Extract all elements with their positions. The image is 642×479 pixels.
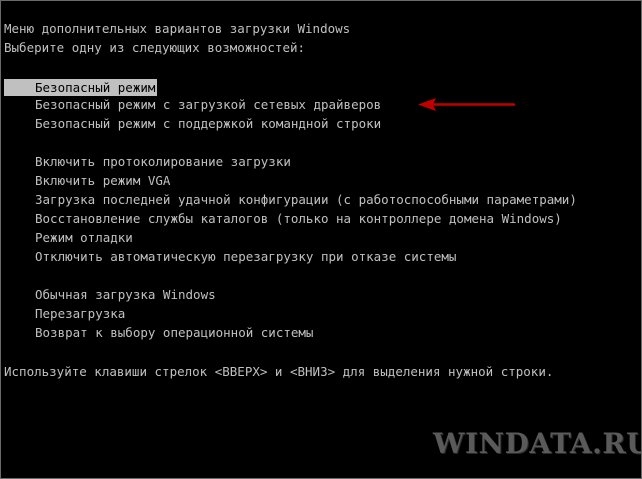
menu-item-last-known-good[interactable]: Загрузка последней удачной конфигурации … <box>35 191 577 208</box>
menu-item-safe-mode-networking[interactable]: Безопасный режим с загрузкой сетевых дра… <box>35 96 381 113</box>
menu-item-label: Безопасный режим с загрузкой сетевых дра… <box>35 97 382 112</box>
menu-item-label: Восстановление службы каталогов (только … <box>35 211 562 226</box>
menu-item-label: Обычная загрузка Windows <box>35 287 216 302</box>
menu-title: Меню дополнительных вариантов загрузки W… <box>4 21 351 36</box>
menu-item-normal-boot[interactable]: Обычная загрузка Windows <box>35 286 216 303</box>
menu-item-label: Включить режим VGA <box>35 173 171 188</box>
menu-item-disable-auto-restart[interactable]: Отключить автоматическую перезагрузку пр… <box>35 248 456 265</box>
watermark-logo: WINDATA.RU <box>433 427 642 460</box>
menu-item-safe-mode-command-prompt[interactable]: Безопасный режим с поддержкой командной … <box>35 115 381 132</box>
navigation-hint: Используйте клавиши стрелок <ВВЕРХ> и <В… <box>4 364 554 379</box>
menu-item-reboot[interactable]: Перезагрузка <box>35 305 125 322</box>
menu-item-label: Режим отладки <box>35 230 133 245</box>
menu-item-label: Перезагрузка <box>35 306 126 321</box>
menu-item-label: Возврат к выбору операционной системы <box>35 325 314 340</box>
menu-item-label: Загрузка последней удачной конфигурации … <box>35 192 577 207</box>
menu-item-safe-mode[interactable]: Безопасный режим <box>4 79 158 96</box>
menu-item-label: Безопасный режим с поддержкой командной … <box>35 116 382 131</box>
red-left-arrow-icon <box>418 98 516 111</box>
menu-prompt: Выберите одну из следующих возможностей: <box>4 40 306 55</box>
menu-item-label: Включить протоколирование загрузки <box>35 154 291 169</box>
menu-item-boot-logging[interactable]: Включить протоколирование загрузки <box>35 153 291 170</box>
menu-item-return-to-os-choices[interactable]: Возврат к выбору операционной системы <box>35 324 313 341</box>
menu-item-label: Отключить автоматическую перезагрузку пр… <box>35 249 457 264</box>
boot-menu-screen: Меню дополнительных вариантов загрузки W… <box>0 0 642 479</box>
menu-item-directory-services-restore[interactable]: Восстановление службы каталогов (только … <box>35 210 562 227</box>
menu-item-label: Безопасный режим <box>35 80 156 95</box>
menu-item-vga-mode[interactable]: Включить режим VGA <box>35 172 170 189</box>
menu-item-debugging-mode[interactable]: Режим отладки <box>35 229 133 246</box>
